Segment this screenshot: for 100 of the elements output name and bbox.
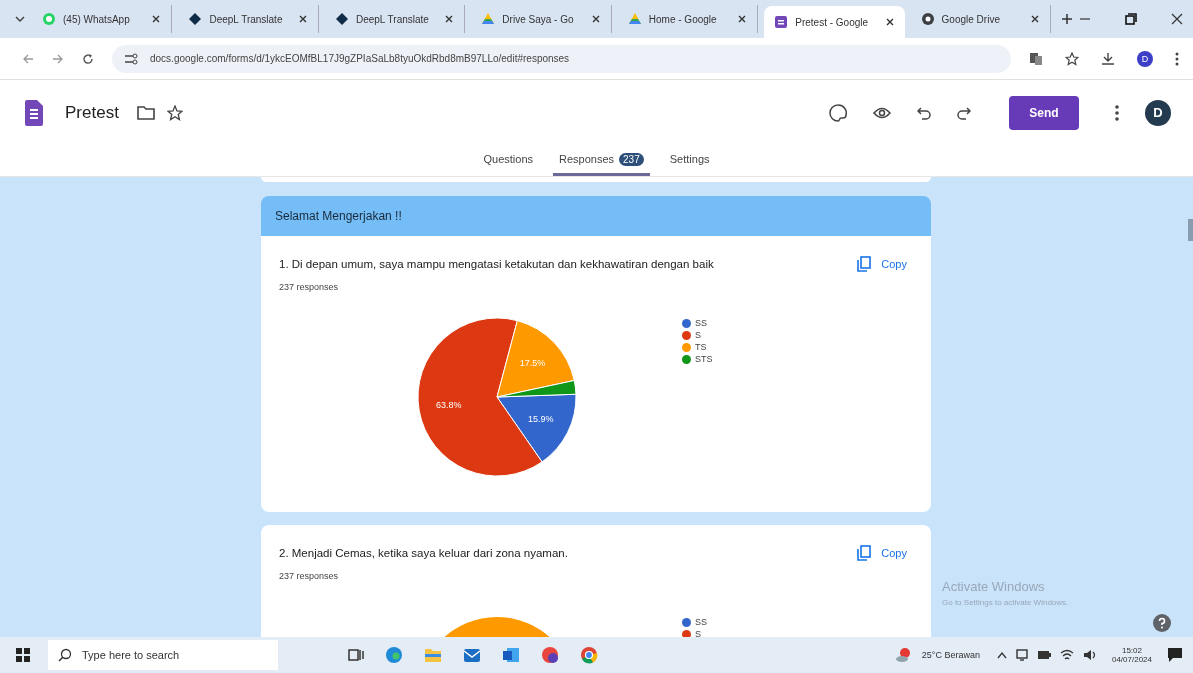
- chrome-icon[interactable]: [580, 646, 598, 664]
- translate-icon[interactable]: [1029, 51, 1043, 66]
- copy-button[interactable]: Copy: [857, 254, 907, 274]
- more-icon[interactable]: [1115, 104, 1119, 121]
- notification-icon[interactable]: [1167, 647, 1183, 663]
- legend-label: TS: [695, 342, 707, 352]
- start-icon[interactable]: [16, 648, 30, 662]
- browser-icon[interactable]: [385, 646, 403, 664]
- palette-icon[interactable]: [829, 103, 847, 122]
- chevron-up-icon[interactable]: [996, 651, 1007, 659]
- form-tab[interactable]: Settings: [663, 145, 716, 176]
- question-title: 1. Di depan umum, saya mampu mengatasi ketakutan dan kekhawatiran dengan baik: [279, 258, 715, 270]
- triangle-icon: [627, 12, 642, 26]
- weather-icon[interactable]: [894, 647, 913, 663]
- activation-notice: Activate Windows: [942, 579, 1046, 594]
- site-settings-icon[interactable]: [124, 52, 138, 65]
- browser-tab[interactable]: Drive Saya - Go: [471, 5, 612, 33]
- help-icon[interactable]: [1153, 614, 1171, 632]
- form-icon: [774, 15, 789, 29]
- send-button[interactable]: Send: [1009, 95, 1079, 130]
- browser-tab[interactable]: DeepL Translate: [324, 5, 466, 33]
- star-icon[interactable]: [1065, 51, 1079, 66]
- form-tab[interactable]: Questions: [477, 145, 539, 176]
- url-text: docs.google.com/forms/d/1ykcEOMfBL17J9gZPIaSaLb8tyuOkdRbd8mB97LLo/edit#responses: [150, 53, 570, 64]
- form-title[interactable]: Pretest: [65, 102, 119, 123]
- section-title: Selamat Mengerjakan !!: [275, 209, 402, 223]
- weather-text[interactable]: 25°C Berawan: [921, 650, 980, 660]
- copy-button[interactable]: Copy: [857, 543, 907, 563]
- slice-label: 15.9%: [528, 413, 554, 424]
- response-count-badge: 237: [619, 152, 644, 166]
- tab-title: DeepL Translate: [355, 13, 430, 25]
- legend-label: SS: [695, 318, 707, 328]
- restore-icon[interactable]: [1125, 13, 1138, 25]
- globe-icon: [920, 12, 935, 26]
- slice-label: 63.8%: [436, 400, 462, 411]
- taskbar-search-field[interactable]: Type here to search: [48, 640, 278, 670]
- close-icon[interactable]: [444, 14, 455, 24]
- browser-tab[interactable]: (45) WhatsApp: [32, 5, 173, 33]
- legend-dot: [682, 354, 691, 364]
- clock[interactable]: 15:02 04/07/2024: [1111, 646, 1152, 664]
- account-avatar[interactable]: D: [1145, 99, 1171, 126]
- legend-dot: [682, 342, 691, 352]
- battery-icon[interactable]: [1036, 650, 1051, 660]
- profile-avatar[interactable]: D: [1137, 50, 1153, 67]
- close-icon[interactable]: [151, 14, 162, 24]
- download-icon[interactable]: [1101, 51, 1115, 66]
- copy-icon: [857, 545, 872, 561]
- tab-title: Pretest - Google: [795, 16, 870, 28]
- browser-tab[interactable]: Home - Google: [617, 5, 759, 33]
- network-icon[interactable]: [1015, 649, 1028, 661]
- tab-title: Home - Google: [648, 13, 718, 25]
- mail-icon[interactable]: [463, 647, 481, 663]
- response-count: 237 responses: [279, 571, 340, 581]
- slice-label: 17.5%: [519, 358, 546, 369]
- document-icon[interactable]: [502, 647, 520, 663]
- close-icon[interactable]: [737, 14, 748, 24]
- eye-icon[interactable]: [873, 106, 891, 119]
- close-icon[interactable]: [1171, 13, 1184, 25]
- chat-bubble-icon: [42, 12, 56, 26]
- close-icon[interactable]: [590, 14, 601, 24]
- close-icon[interactable]: [297, 14, 308, 24]
- legend-label: SS: [695, 617, 707, 627]
- diamond-icon: [334, 12, 349, 26]
- volume-icon[interactable]: [1082, 649, 1097, 661]
- address-field[interactable]: docs.google.com/forms/d/1ykcEOMfBL17J9gZPIaSaLb8tyuOkdRbd8mB97LLo/edit#responses: [112, 44, 1011, 73]
- copy-icon: [857, 256, 872, 272]
- star-icon[interactable]: [166, 104, 183, 121]
- more-icon[interactable]: [1175, 51, 1179, 66]
- tab-title: DeepL Translate: [209, 13, 284, 25]
- undo-icon[interactable]: [917, 105, 931, 120]
- diamond-icon: [188, 12, 203, 26]
- browser-tab[interactable]: Google Drive: [910, 5, 1052, 33]
- scrollbar-thumb[interactable]: [1188, 219, 1193, 241]
- wifi-icon[interactable]: [1059, 649, 1074, 661]
- back-icon[interactable]: [22, 52, 34, 65]
- forward-icon[interactable]: [52, 52, 64, 65]
- folder-icon[interactable]: [136, 105, 155, 120]
- forms-logo-icon[interactable]: [25, 99, 43, 126]
- new-tab-icon[interactable]: [1061, 13, 1074, 25]
- tab-title: (45) WhatsApp: [63, 13, 131, 25]
- tab-search-icon[interactable]: [14, 13, 26, 25]
- folder-icon[interactable]: [424, 647, 442, 663]
- legend-dot: [682, 318, 691, 328]
- search-icon: [58, 648, 72, 662]
- reload-icon[interactable]: [82, 52, 94, 65]
- response-count: 237 responses: [279, 282, 340, 292]
- close-icon[interactable]: [884, 17, 895, 27]
- close-icon[interactable]: [1030, 14, 1041, 24]
- browser-tab[interactable]: DeepL Translate: [178, 5, 319, 33]
- redo-icon[interactable]: [957, 105, 971, 120]
- tab-title: Google Drive: [941, 13, 1001, 25]
- tab-title: Drive Saya - Go: [502, 13, 575, 25]
- legend-label: S: [695, 330, 701, 340]
- triangle-icon: [481, 12, 496, 26]
- question-title: 2. Menjadi Cemas, ketika saya keluar dari zona nyaman.: [279, 547, 569, 559]
- legend-label: S: [695, 629, 701, 637]
- legend-label: STS: [695, 354, 713, 364]
- task-view-icon[interactable]: [348, 647, 364, 663]
- browser-tab[interactable]: Pretest - Google: [764, 6, 905, 38]
- app-icon[interactable]: [541, 646, 559, 664]
